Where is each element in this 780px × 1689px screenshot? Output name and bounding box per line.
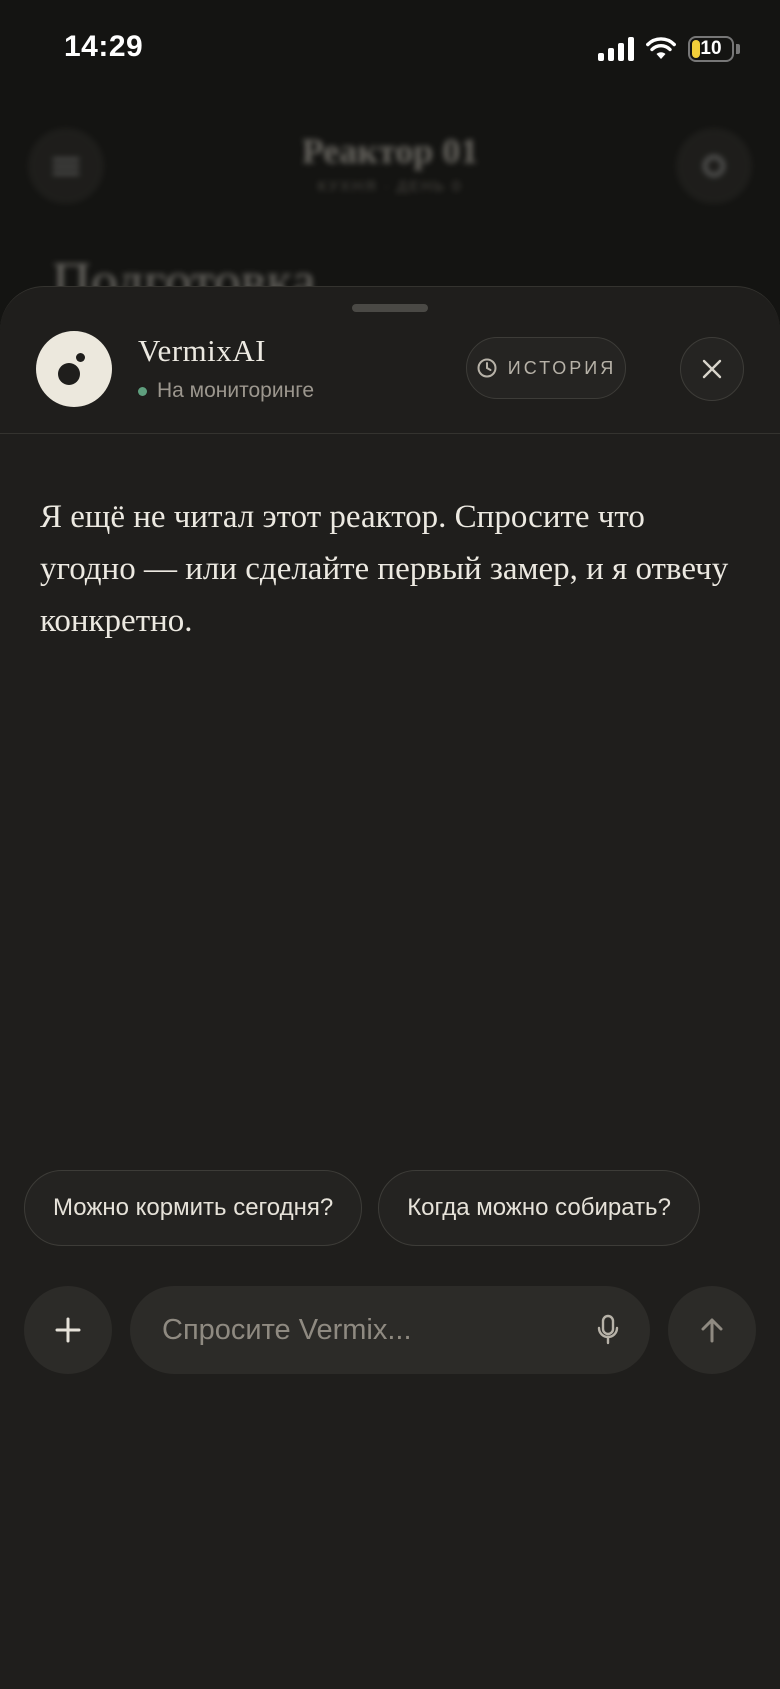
- online-dot-icon: [138, 386, 147, 396]
- agent-status-text: На мониторинге: [157, 379, 315, 402]
- status-time: 14:29: [64, 30, 144, 63]
- background-title: Реактор 01: [301, 131, 479, 171]
- agent-name: VermixAI: [138, 333, 266, 368]
- wifi-icon: [646, 37, 676, 59]
- assistant-message: Я ещё не читал этот реактор. Спросите чт…: [40, 499, 729, 639]
- settings-icon: [676, 128, 752, 204]
- history-button[interactable]: ИСТОРИЯ: [466, 337, 626, 399]
- battery-level: 10: [700, 38, 722, 59]
- header-divider: [0, 433, 780, 434]
- add-attachment-button[interactable]: [24, 1286, 112, 1374]
- history-label: ИСТОРИЯ: [507, 357, 617, 378]
- close-icon: [702, 359, 722, 379]
- plus-icon: [55, 1317, 81, 1343]
- mic-icon[interactable]: [596, 1314, 620, 1346]
- message-input[interactable]: [160, 1312, 596, 1348]
- suggestion-chip[interactable]: Когда можно собирать?: [378, 1170, 700, 1246]
- message-input-container: [130, 1286, 650, 1374]
- status-bar: 14:29 10: [0, 0, 780, 100]
- agent-status: На мониторинге: [138, 379, 314, 403]
- agent-avatar: [36, 331, 112, 407]
- cellular-signal-icon: [598, 37, 634, 61]
- battery-icon: 10: [688, 36, 734, 62]
- arrow-up-icon: [701, 1318, 723, 1343]
- background-subtitle: КУХНЯ · ДЕНЬ 0: [317, 178, 463, 195]
- clock-icon: [477, 358, 497, 378]
- assistant-sheet: VermixAI На мониторинге ИСТОРИЯ Я ещё не…: [0, 286, 780, 1689]
- close-button[interactable]: [680, 337, 744, 401]
- background-app: Реактор 01 КУХНЯ · ДЕНЬ 0 Подготовка: [0, 100, 780, 311]
- status-icons: 10: [598, 36, 740, 62]
- send-button[interactable]: [668, 1286, 756, 1374]
- suggestion-chips: Можно кормить сегодня? Когда можно собир…: [24, 1170, 700, 1246]
- sheet-grabber[interactable]: [352, 304, 428, 312]
- suggestion-chip[interactable]: Можно кормить сегодня?: [24, 1170, 363, 1246]
